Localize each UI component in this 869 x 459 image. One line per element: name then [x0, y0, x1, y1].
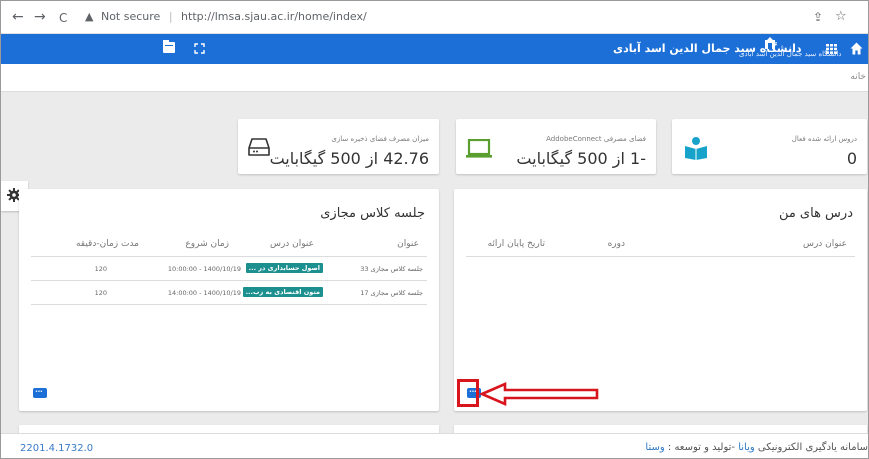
- storage-label: میزان مصرف فضای ذخیره سازی: [331, 135, 429, 143]
- back-icon[interactable]: ←: [12, 9, 24, 25]
- session-start: 14:00:00 - 1400/10/19: [167, 289, 241, 297]
- annotation-arrow-icon: [479, 382, 599, 406]
- viana-link[interactable]: ویانا: [738, 442, 755, 453]
- laptop-icon: [466, 139, 492, 158]
- table-row[interactable]: جلسه کلاس مجازی 33 اصول حسابداری در ... …: [31, 257, 427, 281]
- address-divider: |: [168, 10, 173, 23]
- warning-icon[interactable]: ▲: [85, 10, 93, 23]
- virtual-sessions-panel: جلسه کلاس مجازی عنوان عنوان درس زمان شرو…: [19, 189, 439, 411]
- footer-credit: سامانه یادگیری الکترونیکی ویانا -تولید و…: [645, 442, 868, 453]
- courses-label: دروس ارائه شده فعال: [791, 135, 857, 143]
- session-duration: 120: [94, 289, 107, 297]
- courses-value: 0: [846, 149, 857, 168]
- virtual-sessions-header: عنوان عنوان درس زمان شروع مدت زمان-دقیقه: [31, 235, 427, 257]
- breadcrumb-bar: خانه: [1, 64, 868, 92]
- my-courses-header: عنوان درس دوره تاریخ پایان ارائه: [466, 235, 855, 257]
- session-title: جلسه کلاس مجازی 33: [360, 265, 423, 273]
- my-courses-panel: درس های من عنوان درس دوره تاریخ پایان ار…: [454, 189, 867, 411]
- url-text[interactable]: http://lmsa.sjau.ac.ir/home/index/: [181, 10, 367, 23]
- courses-stat-card: دروس ارائه شده فعال 0: [672, 119, 867, 174]
- col-term: دوره: [607, 239, 625, 249]
- reload-icon[interactable]: C: [59, 10, 67, 26]
- col-title: عنوان: [397, 239, 419, 249]
- building-icon: [765, 37, 775, 49]
- col-start: زمان شروع: [185, 239, 229, 249]
- session-duration: 120: [94, 265, 107, 273]
- version-number: 2201.4.1732.0: [20, 443, 94, 454]
- session-start: 10:00:00 - 1400/10/19: [167, 265, 241, 273]
- star-icon[interactable]: ☆: [835, 9, 847, 24]
- address-bar[interactable]: ▲ Not secure | http://lmsa.sjau.ac.ir/ho…: [85, 10, 367, 24]
- screenshot-frame: ← → C ▲ Not secure | http://lmsa.sjau.ac…: [0, 0, 869, 459]
- annotation-highlight-box: [457, 379, 479, 407]
- col-course-title: عنوان درس: [802, 239, 847, 249]
- browser-toolbar: ← → C ▲ Not secure | http://lmsa.sjau.ac…: [1, 1, 868, 34]
- credit-mid: -تولید و توسعه :: [667, 442, 736, 453]
- course-tag[interactable]: متون اقتصادی به زب...: [242, 287, 323, 297]
- col-duration: مدت زمان-دقیقه: [75, 239, 139, 249]
- home-icon[interactable]: [850, 42, 863, 55]
- page-footer: 2201.4.1732.0 سامانه یادگیری الکترونیکی …: [1, 433, 868, 458]
- adobe-value: -1 از 500 گیگابایت: [516, 149, 646, 168]
- table-row[interactable]: جلسه کلاس مجازی 17 متون اقتصادی به زب...…: [31, 281, 427, 305]
- book-reader-icon: [685, 137, 707, 160]
- virtual-sessions-title: جلسه کلاس مجازی: [320, 206, 425, 221]
- storage-stat-card: میزان مصرف فضای ذخیره سازی 42.76 از 500 …: [238, 119, 439, 174]
- forward-icon[interactable]: →: [34, 9, 46, 25]
- session-title: جلسه کلاس مجازی 17: [360, 289, 423, 297]
- university-logo: دانشگاه سید جمال الدین اسد آبادی: [739, 37, 841, 61]
- my-courses-title: درس های من: [778, 206, 853, 221]
- storage-value: 42.76 از 500 گیگابایت: [269, 149, 429, 168]
- col-end-date: تاریخ پایان ارائه: [487, 239, 545, 249]
- hard-drive-icon: [248, 138, 270, 156]
- vesta-link[interactable]: وستا: [645, 442, 664, 453]
- security-label: Not secure: [100, 10, 161, 23]
- breadcrumb[interactable]: خانه: [850, 72, 866, 82]
- adobe-label: فضای مصرفی AddobeConnect: [546, 135, 646, 143]
- folder-icon[interactable]: [163, 40, 175, 53]
- virtual-sessions-more-button[interactable]: [33, 387, 47, 398]
- app-header: دانشگاه سید جمال الدین اسد آبادی دانشگاه…: [1, 34, 868, 64]
- col-course: عنوان درس: [269, 239, 314, 249]
- course-tag[interactable]: اصول حسابداری در ...: [245, 263, 323, 273]
- fullscreen-icon[interactable]: [194, 43, 205, 54]
- share-icon[interactable]: ⇪: [813, 10, 823, 24]
- credit-prefix: سامانه یادگیری الکترونیکی: [757, 442, 868, 453]
- apps-grid-icon[interactable]: [826, 44, 837, 54]
- adobe-stat-card: فضای مصرفی AddobeConnect -1 از 500 گیگاب…: [456, 119, 656, 174]
